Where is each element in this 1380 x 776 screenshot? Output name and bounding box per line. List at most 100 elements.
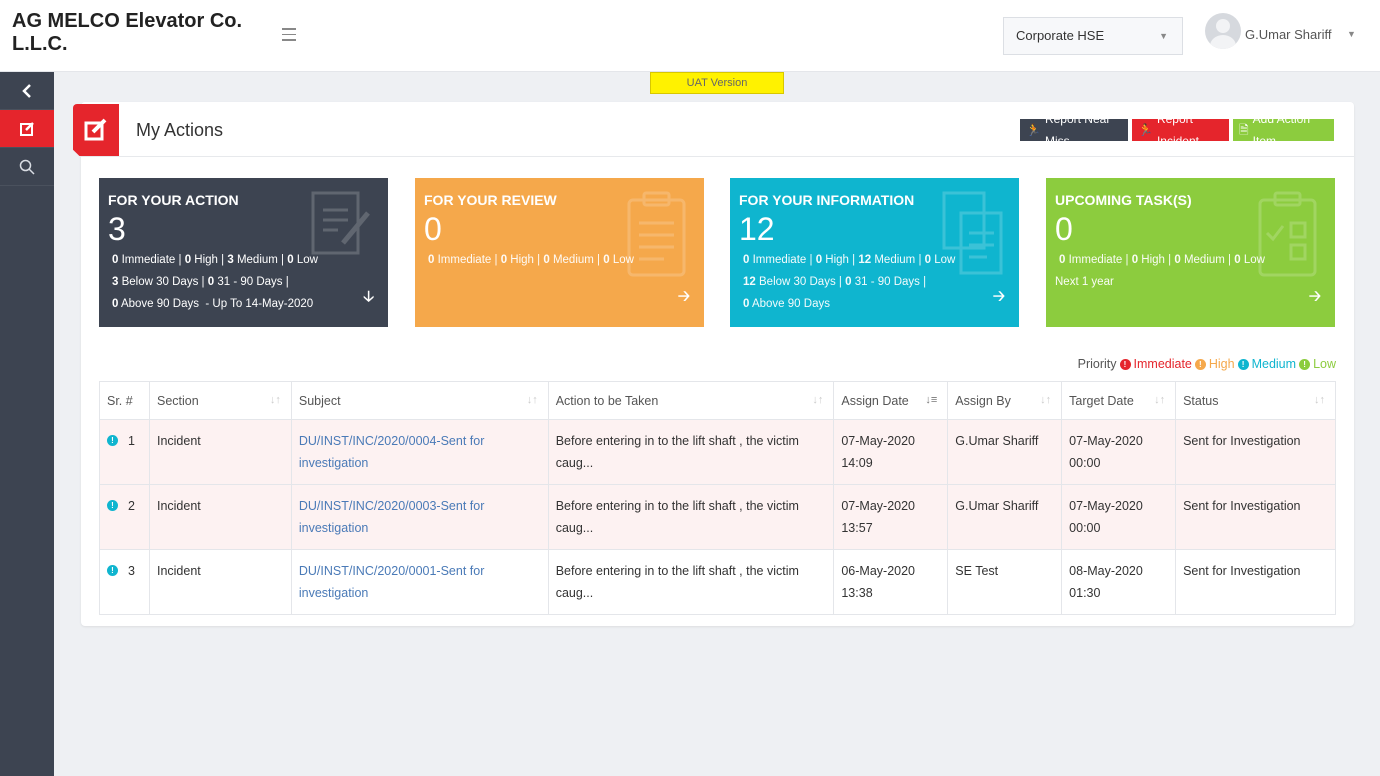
next-period: Next 1 year	[1055, 276, 1114, 288]
edit-icon	[19, 122, 34, 136]
cell-assign-date: 06-May-2020 13:38	[833, 549, 949, 615]
arrow-right-icon[interactable]: 🡢	[1309, 286, 1321, 311]
sidebar-collapse-button[interactable]	[0, 72, 54, 110]
add-action-item-label: Add Action Item	[1252, 112, 1311, 148]
column-header-action[interactable]: Action to be Taken ↓↑	[547, 381, 835, 420]
cell-subject[interactable]: DU/INST/INC/2020/0004-Sent for investiga…	[290, 419, 549, 485]
card-count: 3	[108, 211, 126, 247]
arrow-right-icon[interactable]: 🡢	[678, 286, 690, 311]
documents-icon	[942, 191, 1003, 275]
chevron-left-icon	[22, 83, 31, 98]
priority-breakdown: 0 Immediate | 0 High | 0 Medium | 0 Low	[428, 254, 634, 266]
age-breakdown: 3 Below 30 Days | 0 31 - 90 Days |	[112, 276, 289, 288]
priority-icon: !	[107, 500, 118, 511]
cell-subject[interactable]: DU/INST/INC/2020/0003-Sent for investiga…	[290, 484, 549, 550]
search-icon	[19, 159, 35, 175]
column-header-sr[interactable]: Sr. #	[99, 381, 150, 420]
card-title: FOR YOUR ACTION	[108, 192, 239, 208]
cell-status: Sent for Investigation	[1175, 549, 1336, 615]
checklist-icon	[1258, 191, 1317, 277]
user-avatar[interactable]	[1205, 13, 1241, 49]
cell-subject[interactable]: DU/INST/INC/2020/0001-Sent for investiga…	[290, 549, 549, 615]
column-header-target-date[interactable]: Target Date ↓↑	[1061, 381, 1177, 420]
cell-assign-date: 07-May-2020 13:57	[833, 484, 949, 550]
subject-link[interactable]: DU/INST/INC/2020/0003-Sent for investiga…	[299, 499, 485, 535]
info-icon: !	[1194, 358, 1206, 370]
sort-icon: ↓↑	[812, 394, 824, 406]
document-edit-icon	[311, 191, 370, 255]
legend-immediate: Immediate	[1133, 357, 1192, 371]
cell-sr: ! 1	[99, 419, 150, 485]
table-header-row: Sr. # Section ↓↑ Subject ↓↑ Action to be T…	[99, 381, 1336, 420]
card-title: UPCOMING TASK(S)	[1055, 192, 1192, 208]
priority-icon: !	[107, 435, 118, 446]
age-breakdown: 12 Below 30 Days | 0 31 - 90 Days |	[743, 276, 927, 288]
subject-link[interactable]: DU/INST/INC/2020/0004-Sent for investiga…	[299, 434, 485, 470]
sort-icon: ↓↑	[1040, 394, 1052, 406]
cell-section: Incident	[148, 549, 292, 615]
report-incident-label: Report Incident	[1156, 112, 1199, 148]
my-actions-panel: My Actions 🏃 Report Near Miss 🏃 Report I…	[73, 102, 1354, 626]
arrow-down-icon[interactable]: 🡣	[363, 286, 374, 311]
organization-select[interactable]: Corporate HSE ▼	[1003, 17, 1183, 55]
priority-breakdown: 0 Immediate | 0 High | 12 Medium | 0 Low	[743, 254, 956, 266]
report-near-miss-label: Report Near Miss	[1044, 112, 1111, 148]
sidebar-item-search[interactable]	[0, 148, 54, 186]
cell-assign-by: G.Umar Shariff	[947, 484, 1063, 550]
sort-icon: ↓↑	[1154, 394, 1166, 406]
card-count: 0	[424, 211, 442, 247]
column-header-status[interactable]: Status ↓↑	[1175, 381, 1336, 420]
info-icon: !	[1119, 358, 1131, 370]
cell-assign-date: 07-May-2020 14:09	[833, 419, 949, 485]
page-title: My Actions	[136, 120, 224, 140]
table-row[interactable]: ! 3 Incident DU/INST/INC/2020/0001-Sent f…	[99, 549, 1336, 615]
sidebar	[0, 72, 54, 776]
document-icon: 🗎	[1239, 123, 1249, 137]
column-header-assign-by[interactable]: Assign By ↓↑	[947, 381, 1063, 420]
panel-header: My Actions 🏃 Report Near Miss 🏃 Report I…	[73, 102, 1354, 157]
card-for-your-action[interactable]: FOR YOUR ACTION 3 0 Immediate | 0 High |…	[99, 178, 388, 327]
organization-select-value: Corporate HSE	[1016, 28, 1105, 43]
priority-icon: !	[107, 565, 118, 576]
cell-section: Incident	[148, 484, 292, 550]
priority-breakdown: 0 Immediate | 0 High | 0 Medium | 0 Low	[1059, 254, 1265, 266]
table-row[interactable]: ! 1 Incident DU/INST/INC/2020/0004-Sent f…	[99, 419, 1336, 485]
cell-assign-by: G.Umar Shariff	[947, 419, 1063, 485]
column-header-subject[interactable]: Subject ↓↑	[290, 381, 549, 420]
card-count: 0	[1055, 211, 1073, 247]
cell-target-date: 07-May-2020 00:00	[1061, 419, 1177, 485]
clipboard-icon	[627, 191, 686, 277]
sidebar-item-my-actions[interactable]	[0, 110, 54, 148]
actions-table: Sr. # Section ↓↑ Subject ↓↑ Action to be T…	[99, 381, 1336, 615]
company-logo-text: AG MELCO Elevator Co. L.L.C.	[12, 10, 243, 55]
table-row[interactable]: ! 2 Incident DU/INST/INC/2020/0003-Sent f…	[99, 484, 1336, 550]
cell-action: Before entering in to the lift shaft , t…	[547, 419, 835, 485]
card-for-your-review[interactable]: FOR YOUR REVIEW 0 0 Immediate | 0 High |…	[415, 178, 704, 327]
report-near-miss-button[interactable]: 🏃 Report Near Miss	[1020, 112, 1128, 148]
add-action-item-button[interactable]: 🗎 Add Action Item	[1233, 112, 1334, 148]
chevron-down-icon[interactable]: ▼	[1347, 29, 1356, 39]
card-upcoming-tasks[interactable]: UPCOMING TASK(S) 0 0 Immediate | 0 High …	[1046, 178, 1335, 327]
info-icon: !	[1299, 358, 1311, 370]
card-for-your-information[interactable]: FOR YOUR INFORMATION 12 0 Immediate | 0 …	[730, 178, 1019, 327]
cell-target-date: 07-May-2020 00:00	[1061, 484, 1177, 550]
subject-link[interactable]: DU/INST/INC/2020/0001-Sent for investiga…	[299, 564, 485, 600]
cell-action: Before entering in to the lift shaft , t…	[547, 484, 835, 550]
cell-status: Sent for Investigation	[1175, 484, 1336, 550]
card-title: FOR YOUR REVIEW	[424, 192, 557, 208]
arrow-right-icon[interactable]: 🡢	[993, 286, 1005, 311]
report-incident-button[interactable]: 🏃 Report Incident	[1132, 112, 1229, 148]
card-count: 12	[739, 211, 775, 247]
cell-target-date: 08-May-2020 01:30	[1061, 549, 1177, 615]
age-breakdown-above: 0 Above 90 Days	[743, 298, 830, 310]
sort-icon: ↓↑	[526, 394, 538, 406]
cell-section: Incident	[148, 419, 292, 485]
uat-version-banner: UAT Version	[650, 72, 784, 94]
legend-label: Priority	[1077, 357, 1117, 371]
top-header: AG MELCO Elevator Co. L.L.C. Corporate H…	[0, 0, 1380, 72]
user-menu-name[interactable]: G.Umar Shariff	[1245, 27, 1331, 42]
column-header-assign-date[interactable]: Assign Date ↓≡	[833, 381, 949, 420]
column-header-section[interactable]: Section ↓↑	[148, 381, 292, 420]
running-person-icon: 🏃	[1026, 123, 1041, 137]
menu-toggle-icon[interactable]	[282, 28, 296, 42]
